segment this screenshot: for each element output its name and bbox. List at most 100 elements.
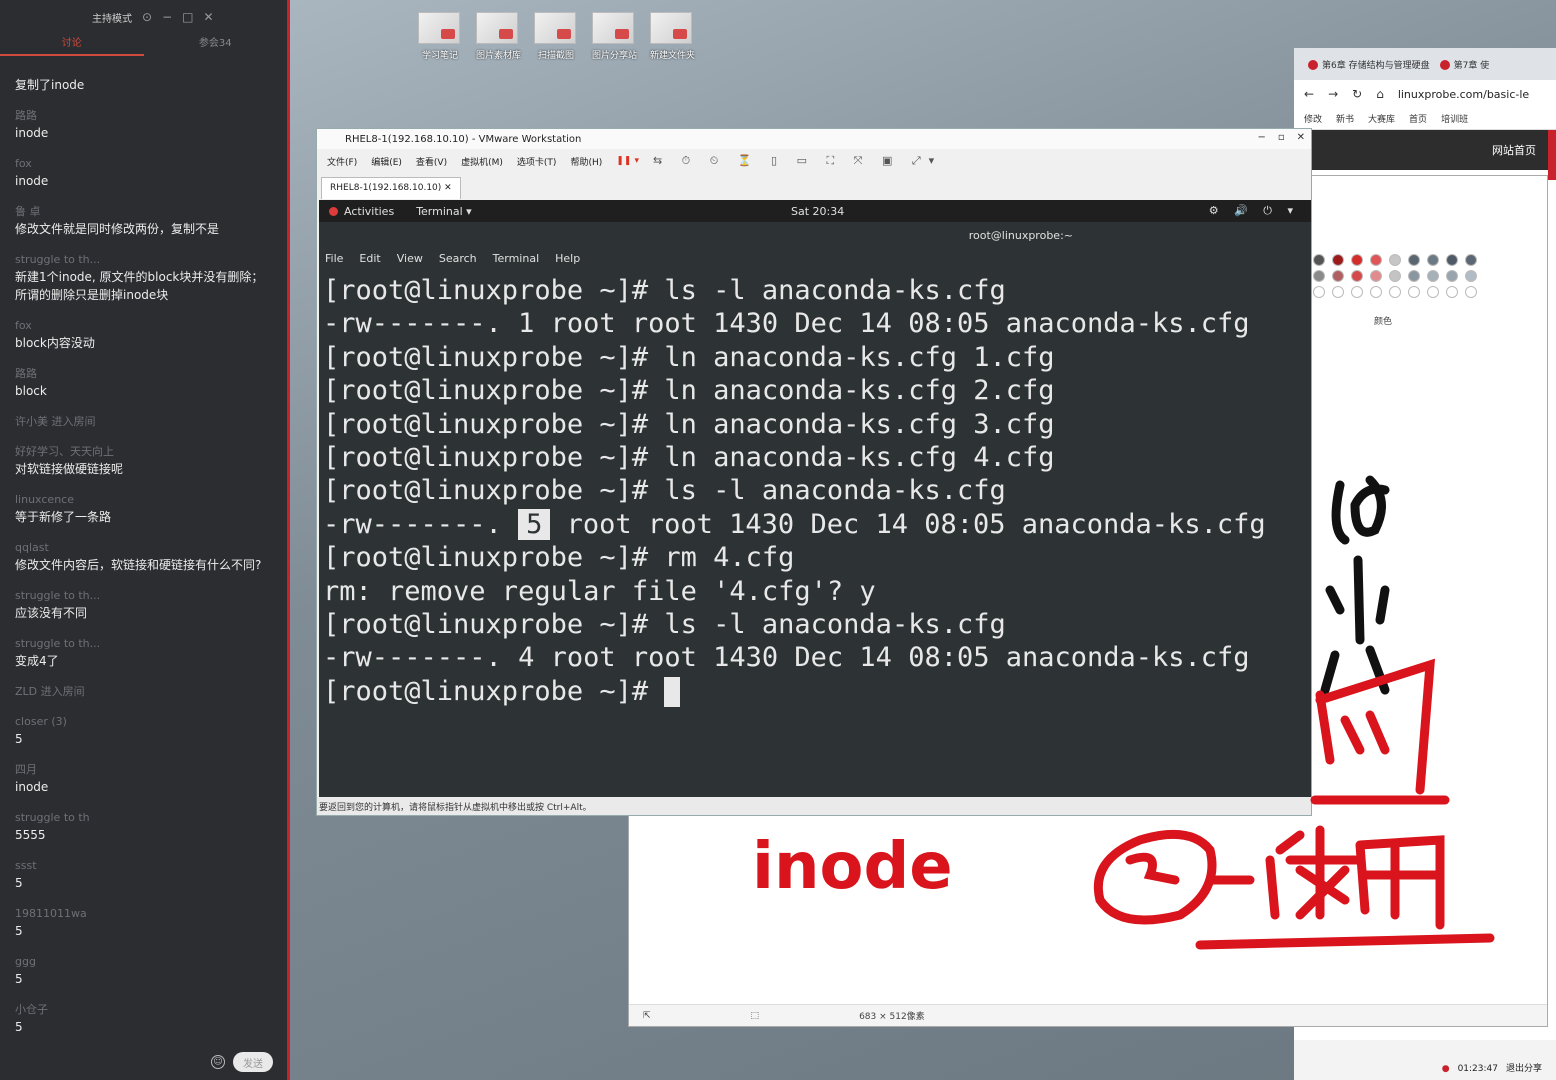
emoji-icon[interactable]: ☺ bbox=[211, 1055, 225, 1069]
term-menu-view[interactable]: View bbox=[397, 252, 423, 265]
send-button[interactable]: 发送 bbox=[233, 1052, 273, 1072]
gnome-clock[interactable]: Sat 20:34 bbox=[791, 205, 844, 218]
minimize-icon[interactable]: − bbox=[1257, 132, 1265, 143]
palette-swatch[interactable] bbox=[1446, 270, 1458, 282]
guest-screen[interactable]: Activities Terminal ▾ Sat 20:34 ⚙ 🔊 ⏻ ▾ … bbox=[319, 200, 1311, 799]
term-menu-search[interactable]: Search bbox=[439, 252, 477, 265]
browser-tab-1[interactable]: 第6章 存储结构与管理硬盘 bbox=[1308, 58, 1430, 71]
chat-message: ZLD 进入房间 bbox=[15, 684, 272, 700]
bookmark-item[interactable]: 培训班 bbox=[1441, 112, 1468, 125]
desktop-icon[interactable]: 图片分享站 bbox=[592, 12, 638, 61]
palette-swatch[interactable] bbox=[1408, 286, 1420, 298]
palette-swatch[interactable] bbox=[1389, 254, 1401, 266]
chat-message: 四月 inode bbox=[15, 762, 272, 796]
terminal-output[interactable]: [root@linuxprobe ~]# ls -l anaconda-ks.c… bbox=[319, 268, 1311, 708]
bookmark-item[interactable]: 新书 bbox=[1336, 112, 1354, 125]
term-menu-help[interactable]: Help bbox=[555, 252, 580, 265]
palette-swatch[interactable] bbox=[1389, 286, 1401, 298]
image-file-icon bbox=[418, 12, 460, 44]
palette-swatch[interactable] bbox=[1446, 286, 1458, 298]
menu-edit[interactable]: 编辑(E) bbox=[371, 155, 402, 168]
palette-swatch[interactable] bbox=[1427, 286, 1439, 298]
palette-swatch[interactable] bbox=[1351, 254, 1363, 266]
palette-swatch[interactable] bbox=[1351, 270, 1363, 282]
palette-swatch[interactable] bbox=[1332, 270, 1344, 282]
palette-swatch[interactable] bbox=[1370, 270, 1382, 282]
vmware-window: RHEL8-1(192.168.10.10) - VMware Workstat… bbox=[316, 128, 1312, 816]
chat-message: struggle to th 5555 bbox=[15, 810, 272, 844]
palette-swatch[interactable] bbox=[1370, 286, 1382, 298]
bookmark-item[interactable]: 修改 bbox=[1304, 112, 1322, 125]
menu-file[interactable]: 文件(F) bbox=[327, 155, 357, 168]
chat-text: 对软链接做硬链接呢 bbox=[15, 462, 124, 476]
forward-icon[interactable]: → bbox=[1328, 87, 1338, 101]
chat-text: inode bbox=[15, 126, 49, 140]
term-menu-terminal[interactable]: Terminal bbox=[493, 252, 540, 265]
term-menu-edit[interactable]: Edit bbox=[359, 252, 380, 265]
terminal-line: [root@linuxprobe ~]# ln anaconda-ks.cfg … bbox=[323, 442, 1055, 474]
screen-share-border bbox=[1548, 130, 1556, 180]
reload-icon[interactable]: ↻ bbox=[1352, 87, 1362, 101]
menu-help[interactable]: 帮助(H) bbox=[570, 155, 602, 168]
menu-tabs[interactable]: 选项卡(T) bbox=[517, 155, 557, 168]
screen-share-border bbox=[287, 0, 290, 1080]
palette-swatch[interactable] bbox=[1389, 270, 1401, 282]
palette-swatch[interactable] bbox=[1427, 270, 1439, 282]
bookmark-item[interactable]: 首页 bbox=[1409, 112, 1427, 125]
palette-swatch[interactable] bbox=[1313, 286, 1325, 298]
close-icon[interactable]: ✕ bbox=[1297, 132, 1305, 143]
desktop-icon[interactable]: 学习笔记 bbox=[418, 12, 462, 61]
vm-tab[interactable]: RHEL8-1(192.168.10.10) ✕ bbox=[321, 177, 461, 199]
desktop-icon[interactable]: 新建文件夹 bbox=[650, 12, 696, 61]
home-icon[interactable]: ⌂ bbox=[1376, 87, 1384, 101]
vmware-title: RHEL8-1(192.168.10.10) - VMware Workstat… bbox=[345, 133, 582, 145]
chat-sender: 鲁 卓 bbox=[15, 205, 41, 218]
pause-icon[interactable]: ❚❚ ▾ bbox=[616, 156, 639, 166]
chat-message: struggle to th... 新建1个inode, 原文件的block块并没… bbox=[15, 252, 272, 304]
palette-swatch[interactable] bbox=[1446, 254, 1458, 266]
url-field[interactable]: linuxprobe.com/basic-le bbox=[1398, 88, 1529, 101]
maximize-icon[interactable]: ▫ bbox=[1278, 132, 1285, 143]
desktop-icon[interactable]: 图片素材库 bbox=[476, 12, 521, 61]
maximize-icon[interactable]: □ bbox=[182, 10, 193, 24]
terminal-app-menu[interactable]: Terminal ▾ bbox=[416, 205, 472, 218]
palette-swatch[interactable] bbox=[1313, 270, 1325, 282]
nav-home-link[interactable]: 网站首页 bbox=[1492, 142, 1536, 158]
tab-discussion[interactable]: 讨论 bbox=[0, 34, 144, 56]
palette-swatch[interactable] bbox=[1370, 254, 1382, 266]
back-icon[interactable]: ← bbox=[1304, 87, 1314, 101]
desktop-icon-label: 图片分享站 bbox=[592, 51, 638, 61]
record-icon: ● bbox=[1441, 1064, 1450, 1074]
terminal-line: root root 1430 Dec 14 08:05 anaconda-ks.… bbox=[566, 508, 1266, 540]
vmware-statusbar: 要返回到您的计算机，请将鼠标指针从虚拟机中移出或按 Ctrl+Alt。 bbox=[317, 797, 1311, 815]
term-menu-file[interactable]: File bbox=[325, 252, 343, 265]
palette-swatch[interactable] bbox=[1465, 254, 1477, 266]
palette-swatch[interactable] bbox=[1408, 254, 1420, 266]
palette-swatch[interactable] bbox=[1313, 254, 1325, 266]
palette-swatch[interactable] bbox=[1427, 254, 1439, 266]
toolbar-icons[interactable]: ⇆ ⏱ ⏲ ⏳ ▯ ▭ ⛶ ⤧ ▣ ⤢▾ bbox=[653, 154, 942, 168]
palette-swatch[interactable] bbox=[1465, 270, 1477, 282]
stop-share-button[interactable]: 退出分享 bbox=[1506, 1061, 1542, 1074]
desktop-icon[interactable]: 扫描截图 bbox=[534, 12, 578, 61]
close-icon[interactable]: ✕ bbox=[203, 10, 213, 24]
palette-swatch[interactable] bbox=[1465, 286, 1477, 298]
menu-vm[interactable]: 虚拟机(M) bbox=[461, 155, 503, 168]
desktop-icon-label: 新建文件夹 bbox=[650, 51, 696, 61]
palette-swatch[interactable] bbox=[1351, 286, 1363, 298]
chat-message: linuxcence 等于新修了一条路 bbox=[15, 492, 272, 526]
minimize-icon[interactable]: − bbox=[162, 10, 172, 24]
palette-swatch[interactable] bbox=[1408, 270, 1420, 282]
browser-tab-1-label: 第6章 存储结构与管理硬盘 bbox=[1322, 60, 1430, 71]
chat-header-title: 主持模式 bbox=[92, 13, 132, 25]
bookmark-item[interactable]: 大赛库 bbox=[1368, 112, 1395, 125]
browser-tab-2[interactable]: 第7章 使 bbox=[1439, 58, 1489, 71]
system-menu-icons[interactable]: ⚙ 🔊 ⏻ ▾ bbox=[1209, 204, 1299, 218]
palette-swatch[interactable] bbox=[1332, 254, 1344, 266]
tab-participants[interactable]: 参会34 bbox=[144, 34, 288, 56]
activities-button[interactable]: Activities bbox=[329, 205, 394, 218]
menu-view[interactable]: 查看(V) bbox=[416, 155, 447, 168]
pin-icon[interactable]: ⊙ bbox=[142, 10, 152, 24]
palette-swatch[interactable] bbox=[1332, 286, 1344, 298]
terminal-line: [root@linuxprobe ~]# ls -l anaconda-ks.c… bbox=[323, 275, 1006, 306]
